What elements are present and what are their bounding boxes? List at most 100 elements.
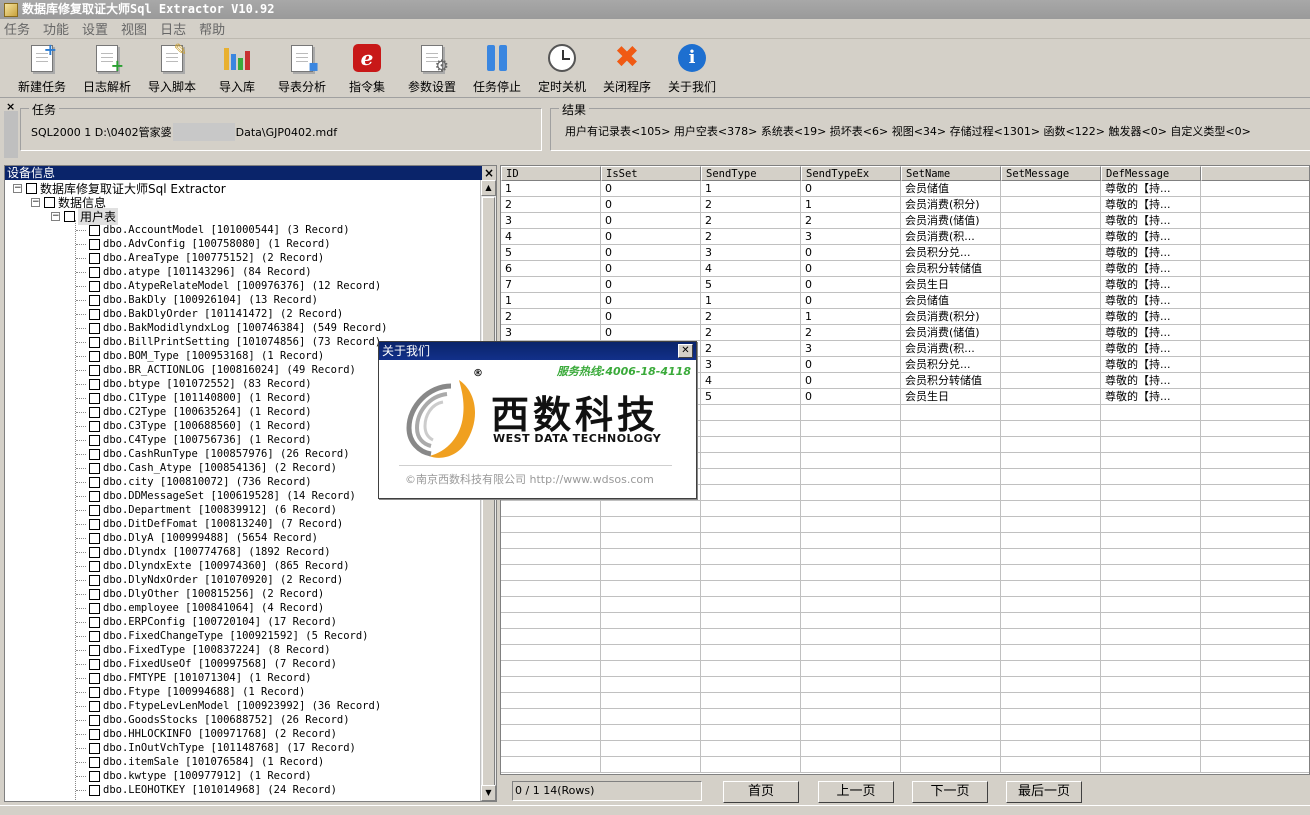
- tree-table-item[interactable]: dbo.CashRunType [100857976] (26 Record): [89, 447, 350, 461]
- column-header[interactable]: SendTypeEx: [801, 166, 901, 181]
- tree-user-tables[interactable]: − 用户表: [51, 207, 119, 225]
- menu-view[interactable]: 视图: [121, 19, 147, 38]
- checkbox[interactable]: [89, 308, 100, 320]
- checkbox[interactable]: [64, 210, 75, 222]
- import-script-button[interactable]: ✎ 导入脚本: [140, 39, 204, 95]
- tree-table-item[interactable]: dbo.FtypeLevLenModel [100923992] (36 Rec…: [89, 699, 381, 713]
- menu-settings[interactable]: 设置: [82, 19, 108, 38]
- tree-table-item[interactable]: dbo.DlyOther [100815256] (2 Record): [89, 587, 324, 601]
- timed-shutdown-button[interactable]: 定时关机: [530, 39, 594, 95]
- close-program-button[interactable]: ✖ 关闭程序: [595, 39, 659, 95]
- table-row[interactable]: 6040会员积分转储值尊敬的【持...: [501, 261, 1309, 277]
- checkbox[interactable]: [89, 728, 100, 740]
- new-task-button[interactable]: + 新建任务: [10, 39, 74, 95]
- menu-function[interactable]: 功能: [43, 19, 69, 38]
- checkbox[interactable]: [89, 224, 100, 236]
- table-row[interactable]: [501, 677, 1309, 693]
- about-button[interactable]: i 关于我们: [660, 39, 724, 95]
- checkbox[interactable]: [89, 756, 100, 768]
- table-row[interactable]: 1 0 1 0 会员储值 尊敬的【持...: [501, 181, 1309, 197]
- checkbox[interactable]: [89, 616, 100, 628]
- table-row[interactable]: 2 0 2 1 会员消费(积分) 尊敬的【持...: [501, 197, 1309, 213]
- last-page-button[interactable]: 最后一页: [1006, 781, 1082, 803]
- checkbox[interactable]: [89, 378, 100, 390]
- table-row[interactable]: [501, 549, 1309, 565]
- tree-table-item[interactable]: dbo.city [100810072] (736 Record): [89, 475, 312, 489]
- table-row[interactable]: [501, 757, 1309, 773]
- checkbox[interactable]: [89, 588, 100, 600]
- tree-table-item[interactable]: dbo.Cash_Atype [100854136] (2 Record): [89, 461, 337, 475]
- table-row[interactable]: [501, 501, 1309, 517]
- prev-page-button[interactable]: 上一页: [818, 781, 894, 803]
- tree-table-item[interactable]: dbo.AtypeRelateModel [100976376] (12 Rec…: [89, 279, 381, 293]
- tree-table-item[interactable]: dbo.BakModidlyndxLog [100746384] (549 Re…: [89, 321, 387, 335]
- tree-table-item[interactable]: dbo.GoodsStocks [100688752] (26 Record): [89, 713, 350, 727]
- tree-table-item[interactable]: dbo.C1Type [101140800] (1 Record): [89, 391, 312, 405]
- tree-table-item[interactable]: dbo.HHLOCKINFO [100971768] (2 Record): [89, 727, 337, 741]
- tree-table-item[interactable]: dbo.Ftype [100994688] (1 Record): [89, 685, 305, 699]
- tree-table-item[interactable]: dbo.BillPrintSetting [101074856] (73 Rec…: [89, 335, 381, 349]
- checkbox[interactable]: [89, 266, 100, 278]
- checkbox[interactable]: [44, 196, 55, 208]
- table-row[interactable]: [501, 565, 1309, 581]
- column-header[interactable]: DefMessage: [1101, 166, 1201, 181]
- collapse-icon[interactable]: −: [13, 183, 22, 193]
- checkbox[interactable]: [89, 602, 100, 614]
- tree-table-item[interactable]: dbo.ERPConfig [100720104] (17 Record): [89, 615, 337, 629]
- tree-table-item[interactable]: dbo.Department [100839912] (6 Record): [89, 503, 337, 517]
- checkbox[interactable]: [89, 294, 100, 306]
- checkbox[interactable]: [89, 714, 100, 726]
- checkbox[interactable]: [89, 476, 100, 488]
- column-header[interactable]: SetMessage: [1001, 166, 1101, 181]
- tree-table-item[interactable]: dbo.kwtype [100977912] (1 Record): [89, 769, 312, 783]
- tree-table-item[interactable]: dbo.Dlyndx [100774768] (1892 Record): [89, 545, 331, 559]
- checkbox[interactable]: [89, 504, 100, 516]
- table-row[interactable]: 3 0 2 2 会员消费(储值) 尊敬的【持...: [501, 325, 1309, 341]
- checkbox[interactable]: [89, 784, 100, 796]
- tree-table-item[interactable]: dbo.DlyNdxOrder [101070920] (2 Record): [89, 573, 343, 587]
- menu-help[interactable]: 帮助: [199, 19, 225, 38]
- table-row[interactable]: 5030会员积分兑...尊敬的【持...: [501, 245, 1309, 261]
- import-db-button[interactable]: 导入库: [205, 39, 269, 95]
- checkbox[interactable]: [26, 182, 37, 194]
- tree-table-item[interactable]: dbo.C2Type [100635264] (1 Record): [89, 405, 312, 419]
- tree-table-item[interactable]: dbo.C3Type [100688560] (1 Record): [89, 419, 312, 433]
- log-parse-button[interactable]: + 日志解析: [75, 39, 139, 95]
- checkbox[interactable]: [89, 462, 100, 474]
- table-row[interactable]: [501, 709, 1309, 725]
- table-row[interactable]: 7050会员生日尊敬的【持...: [501, 277, 1309, 293]
- tree-table-item[interactable]: dbo.DitDefFomat [100813240] (7 Record): [89, 517, 343, 531]
- checkbox[interactable]: [89, 672, 100, 684]
- table-row[interactable]: [501, 629, 1309, 645]
- tree-table-item[interactable]: dbo.InOutVchType [101148768] (17 Record): [89, 741, 356, 755]
- collapse-icon[interactable]: −: [31, 197, 40, 207]
- device-info-close-icon[interactable]: ×: [482, 166, 496, 180]
- checkbox[interactable]: [89, 364, 100, 376]
- table-row[interactable]: [501, 725, 1309, 741]
- settings-button[interactable]: ⚙ 参数设置: [400, 39, 464, 95]
- checkbox[interactable]: [89, 252, 100, 264]
- tree-table-item[interactable]: dbo.itemSale [101076584] (1 Record): [89, 755, 324, 769]
- tree-table-item[interactable]: dbo.LEOHOTKEY [101014968] (24 Record): [89, 783, 337, 797]
- menu-log[interactable]: 日志: [160, 19, 186, 38]
- checkbox[interactable]: [89, 322, 100, 334]
- checkbox[interactable]: [89, 532, 100, 544]
- table-row[interactable]: 3 0 2 2 会员消费(储值) 尊敬的【持...: [501, 213, 1309, 229]
- tree-table-item[interactable]: dbo.AdvConfig [100758080] (1 Record): [89, 237, 331, 251]
- scroll-down-icon[interactable]: ▼: [481, 785, 496, 801]
- menu-task[interactable]: 任务: [4, 19, 30, 38]
- tree-table-item[interactable]: dbo.C4Type [100756736] (1 Record): [89, 433, 312, 447]
- tree-table-item[interactable]: dbo.DlyA [100999488] (5654 Record): [89, 531, 318, 545]
- table-row[interactable]: [501, 645, 1309, 661]
- stop-task-button[interactable]: 任务停止: [465, 39, 529, 95]
- table-row[interactable]: [501, 581, 1309, 597]
- tree-root[interactable]: − 数据库修复取证大师Sql Extractor: [13, 181, 226, 196]
- checkbox[interactable]: [89, 238, 100, 250]
- table-row[interactable]: 2 0 2 1 会员消费(积分) 尊敬的【持...: [501, 309, 1309, 325]
- checkbox[interactable]: [89, 518, 100, 530]
- checkbox[interactable]: [89, 770, 100, 782]
- tree-table-item[interactable]: dbo.FixedType [100837224] (8 Record): [89, 643, 331, 657]
- checkbox[interactable]: [89, 574, 100, 586]
- table-row[interactable]: [501, 533, 1309, 549]
- table-row[interactable]: [501, 613, 1309, 629]
